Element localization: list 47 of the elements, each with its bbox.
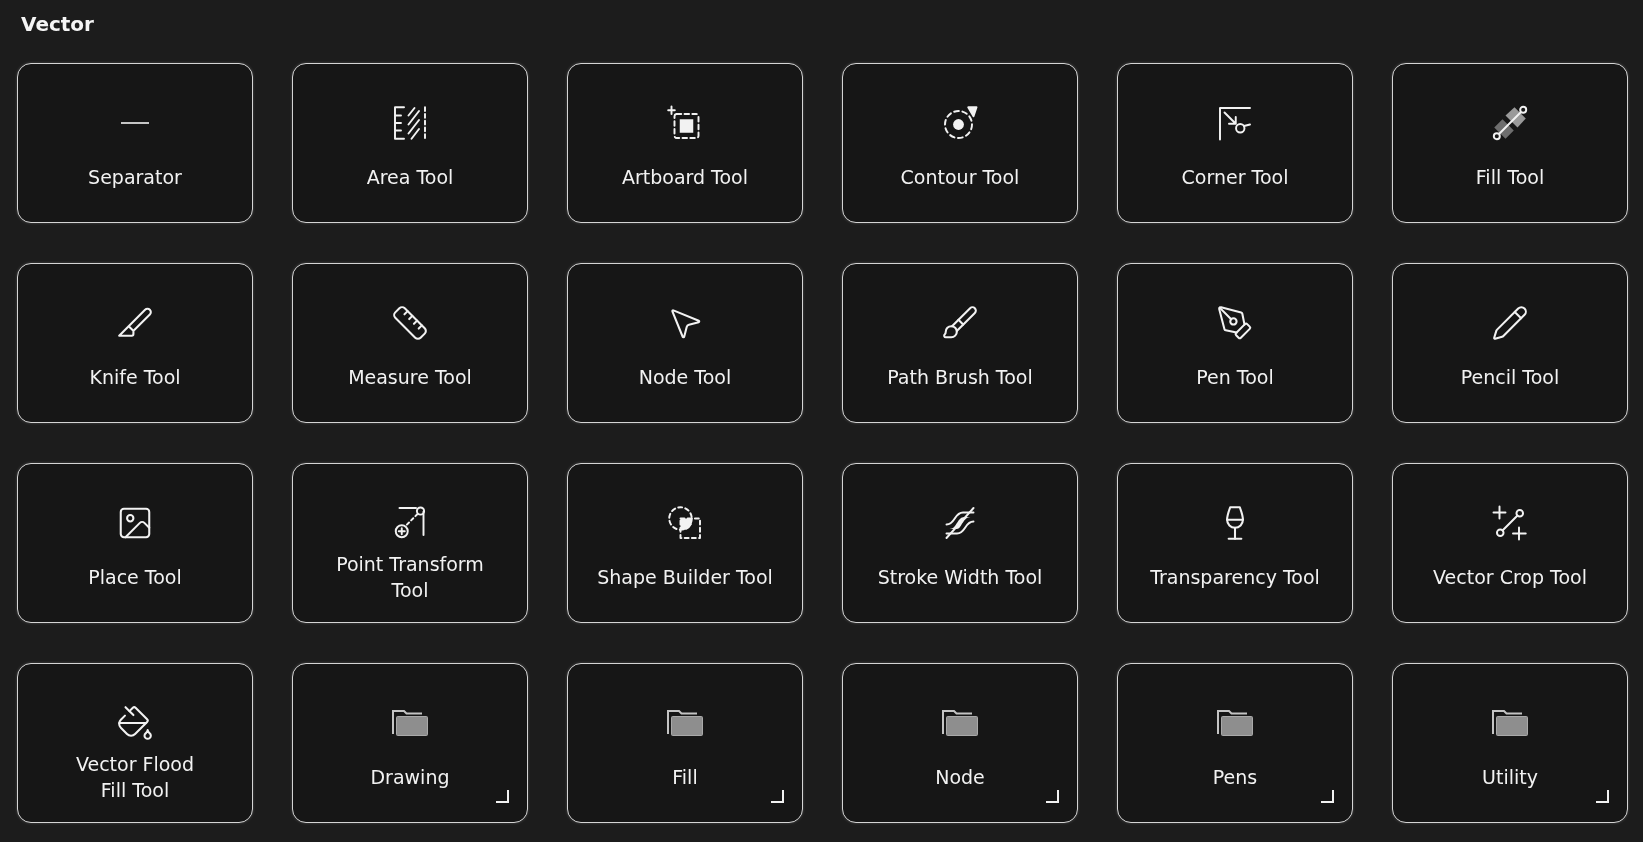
tool-group-button[interactable]: Pens xyxy=(1117,663,1353,823)
dashed-shapes-icon xyxy=(667,505,703,541)
tool-button[interactable]: Separator xyxy=(17,63,253,223)
tool-group-button[interactable]: Node xyxy=(842,663,1078,823)
tool-button[interactable]: Pencil Tool xyxy=(1392,263,1628,423)
tool-button[interactable]: Place Tool xyxy=(17,463,253,623)
corner-mark-icon xyxy=(1321,790,1334,803)
pencil-icon xyxy=(1491,304,1529,342)
ruler-icon xyxy=(391,304,429,342)
folder-icon xyxy=(391,709,429,737)
folder-icon xyxy=(1216,709,1254,737)
tool-button[interactable]: Shape Builder Tool xyxy=(567,463,803,623)
paint-bucket-icon xyxy=(116,704,154,742)
tool-button[interactable]: Vector Crop Tool xyxy=(1392,463,1628,623)
folder-icon xyxy=(666,709,704,737)
tool-group-button[interactable]: Drawing xyxy=(292,663,528,823)
section-title: Vector xyxy=(21,12,94,36)
tool-button[interactable]: Vector Flood Fill Tool xyxy=(17,663,253,823)
tool-group-button[interactable]: Fill xyxy=(567,663,803,823)
folder-icon xyxy=(1491,709,1529,737)
tool-button[interactable]: Knife Tool xyxy=(17,263,253,423)
corner-mark-icon xyxy=(1046,790,1059,803)
horizontal-line-icon xyxy=(121,122,149,124)
tool-button[interactable]: Corner Tool xyxy=(1117,63,1353,223)
tool-button[interactable]: Artboard Tool xyxy=(567,63,803,223)
tool-group-button[interactable]: Utility xyxy=(1392,663,1628,823)
corner-arrow-icon xyxy=(1217,105,1253,141)
corner-mark-icon xyxy=(1596,790,1609,803)
corner-mark-icon xyxy=(496,790,509,803)
crop-nodes-icon xyxy=(1492,505,1528,541)
tool-button[interactable]: Pen Tool xyxy=(1117,263,1353,423)
tool-button[interactable]: Stroke Width Tool xyxy=(842,463,1078,623)
tool-button[interactable]: Node Tool xyxy=(567,263,803,423)
tool-button[interactable]: Transparency Tool xyxy=(1117,463,1353,623)
tool-button[interactable]: Area Tool xyxy=(292,63,528,223)
ruler-hatch-icon xyxy=(392,105,428,141)
folder-icon xyxy=(941,709,979,737)
tool-button[interactable]: Fill Tool xyxy=(1392,63,1628,223)
corner-mark-icon xyxy=(771,790,784,803)
tool-button[interactable]: Contour Tool xyxy=(842,63,1078,223)
pen-nib-icon xyxy=(1216,304,1254,342)
tool-button[interactable]: Measure Tool xyxy=(292,263,528,423)
dashed-circle-icon xyxy=(942,105,978,141)
dashed-line-nodes-icon xyxy=(392,505,428,541)
tool-button[interactable]: Path Brush Tool xyxy=(842,263,1078,423)
gradient-handle-icon xyxy=(1492,105,1528,141)
tool-button[interactable]: Point Transform Tool xyxy=(292,463,528,623)
